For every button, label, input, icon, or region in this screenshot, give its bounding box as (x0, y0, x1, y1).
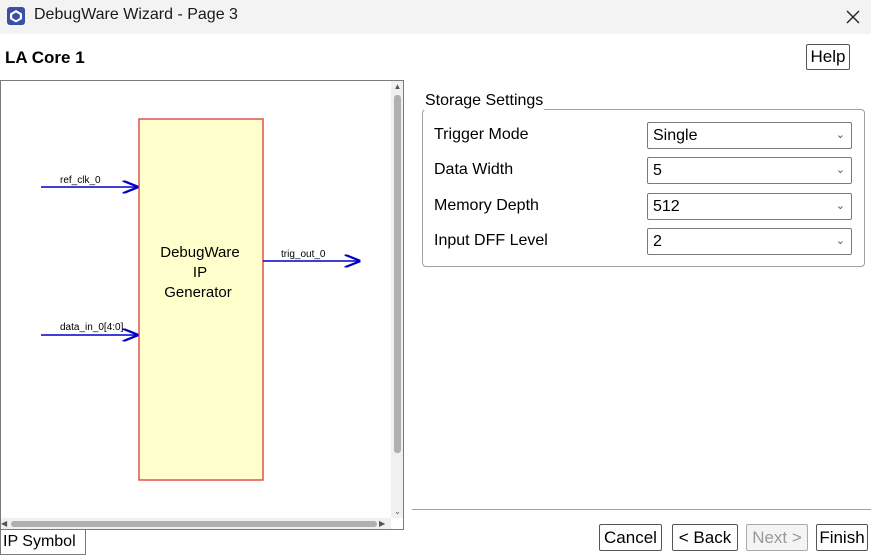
back-button[interactable]: < Back (672, 524, 738, 551)
vertical-scroll-thumb[interactable] (394, 95, 401, 453)
help-button[interactable]: Help (806, 44, 850, 70)
block-title-line-2: IP (193, 264, 207, 281)
chevron-down-icon: ⌄ (835, 129, 845, 141)
core-title: LA Core 1 (5, 48, 85, 67)
window-title: DebugWare Wizard - Page 3 (34, 6, 238, 23)
ip-symbol-panel: DebugWare IP Generator ref_clk_0 data_in… (0, 80, 404, 530)
memory-depth-value: 512 (653, 198, 680, 215)
cancel-button[interactable]: Cancel (599, 524, 662, 551)
tab-ip-symbol[interactable]: IP Symbol (0, 530, 86, 555)
vertical-scrollbar[interactable]: ▲ ⌄ (391, 81, 403, 518)
chevron-down-icon: ⌄ (835, 235, 845, 247)
trigger-mode-value: Single (653, 127, 698, 144)
app-icon (7, 7, 25, 25)
scroll-up-icon[interactable]: ▲ (391, 81, 403, 93)
port-label-data-in: data_in_0[4:0] (60, 322, 124, 333)
storage-settings-title: Storage Settings (424, 92, 545, 110)
close-button[interactable] (835, 0, 871, 34)
chevron-down-icon: ⌄ (835, 164, 845, 176)
input-dff-level-select[interactable]: 2 ⌄ (647, 228, 852, 255)
scroll-left-icon[interactable]: ◀ (1, 518, 11, 529)
data-width-value: 5 (653, 162, 662, 179)
next-button[interactable]: Next > (746, 524, 808, 551)
data-width-label: Data Width (434, 161, 514, 178)
memory-depth-label: Memory Depth (434, 197, 539, 214)
port-label-trig-out: trig_out_0 (281, 249, 326, 260)
trigger-mode-label: Trigger Mode (434, 126, 529, 143)
input-dff-level-value: 2 (653, 233, 662, 250)
title-bar: DebugWare Wizard - Page 3 (0, 0, 871, 34)
bottom-divider (412, 509, 871, 510)
trigger-mode-select[interactable]: Single ⌄ (647, 122, 852, 149)
close-icon (846, 10, 860, 24)
horizontal-scrollbar[interactable]: ◀ ▶ (1, 518, 391, 529)
data-width-select[interactable]: 5 ⌄ (647, 157, 852, 184)
horizontal-scroll-thumb[interactable] (11, 521, 377, 527)
finish-button[interactable]: Finish (816, 524, 868, 551)
scroll-down-icon[interactable]: ⌄ (391, 506, 403, 518)
block-title-line-1: DebugWare (160, 244, 239, 261)
memory-depth-select[interactable]: 512 ⌄ (647, 193, 852, 220)
ip-symbol-diagram: DebugWare IP Generator ref_clk_0 data_in… (41, 118, 391, 481)
input-dff-level-label: Input DFF Level (434, 232, 548, 249)
chevron-down-icon: ⌄ (835, 200, 845, 212)
port-label-ref-clk: ref_clk_0 (60, 175, 101, 186)
scroll-right-icon[interactable]: ▶ (379, 518, 391, 529)
block-title-line-3: Generator (164, 284, 232, 301)
